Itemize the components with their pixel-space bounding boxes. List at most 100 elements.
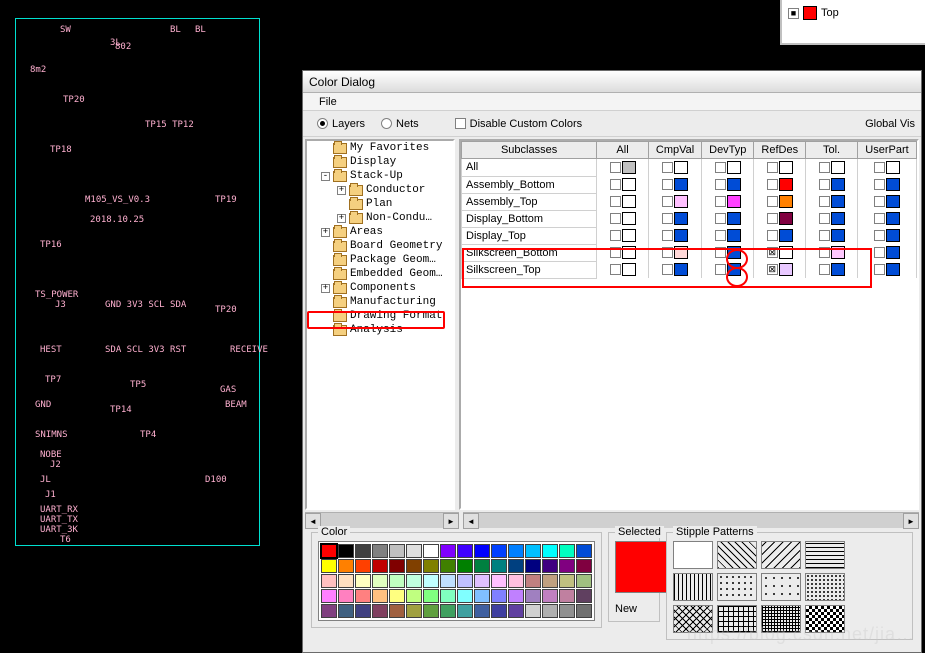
- grid-header[interactable]: Tol.: [806, 142, 858, 159]
- palette-color[interactable]: [372, 544, 388, 558]
- tree-item[interactable]: Board Geometry: [321, 239, 453, 253]
- palette-color[interactable]: [457, 604, 473, 618]
- color-swatch[interactable]: [831, 229, 845, 242]
- visibility-checkbox[interactable]: [819, 213, 830, 224]
- grid-header[interactable]: UserPart: [857, 142, 916, 159]
- palette-color[interactable]: [440, 574, 456, 588]
- palette-color[interactable]: [474, 604, 490, 618]
- palette-color[interactable]: [321, 544, 337, 558]
- expand-icon[interactable]: +: [337, 214, 346, 223]
- visibility-checkbox[interactable]: [874, 179, 885, 190]
- color-swatch[interactable]: [886, 246, 900, 259]
- palette-color[interactable]: [338, 589, 354, 603]
- vis-top-swatch[interactable]: [803, 6, 817, 20]
- subclass-name[interactable]: Assembly_Bottom: [462, 176, 597, 193]
- palette-color[interactable]: [457, 559, 473, 573]
- color-swatch[interactable]: [779, 229, 793, 242]
- palette-color[interactable]: [372, 574, 388, 588]
- color-swatch[interactable]: [727, 229, 741, 242]
- visibility-checkbox[interactable]: [610, 230, 621, 241]
- palette-color[interactable]: [338, 544, 354, 558]
- palette-color[interactable]: [457, 589, 473, 603]
- color-swatch[interactable]: [779, 178, 793, 191]
- palette-color[interactable]: [576, 589, 592, 603]
- color-swatch[interactable]: [674, 178, 688, 191]
- subclass-grid[interactable]: SubclassesAllCmpValDevTypRefDesTol.UserP…: [459, 139, 919, 510]
- palette-color[interactable]: [355, 589, 371, 603]
- visibility-checkbox[interactable]: [662, 230, 673, 241]
- palette-color[interactable]: [372, 589, 388, 603]
- palette-color[interactable]: [474, 589, 490, 603]
- visibility-checkbox[interactable]: [767, 162, 778, 173]
- visibility-checkbox[interactable]: [767, 213, 778, 224]
- tree-item[interactable]: Embedded Geom…: [321, 267, 453, 281]
- palette-color[interactable]: [525, 574, 541, 588]
- collapse-icon[interactable]: -: [321, 172, 330, 181]
- grid-header[interactable]: Subclasses: [462, 142, 597, 159]
- disable-custom-checkbox[interactable]: Disable Custom Colors: [455, 118, 582, 130]
- visibility-checkbox[interactable]: [715, 230, 726, 241]
- color-swatch[interactable]: [674, 161, 688, 174]
- visibility-checkbox[interactable]: [767, 196, 778, 207]
- visibility-checkbox[interactable]: [767, 179, 778, 190]
- palette-color[interactable]: [508, 559, 524, 573]
- palette-color[interactable]: [355, 574, 371, 588]
- color-swatch[interactable]: [886, 229, 900, 242]
- palette-color[interactable]: [542, 574, 558, 588]
- subclass-name[interactable]: Display_Bottom: [462, 210, 597, 227]
- color-swatch[interactable]: [727, 212, 741, 225]
- palette-color[interactable]: [457, 544, 473, 558]
- color-swatch[interactable]: [622, 229, 636, 242]
- palette-color[interactable]: [474, 574, 490, 588]
- grid-header[interactable]: All: [597, 142, 649, 159]
- scroll-left-icon[interactable]: ◄: [463, 513, 479, 529]
- stipple-dots1[interactable]: [717, 573, 757, 601]
- visibility-checkbox[interactable]: [610, 162, 621, 173]
- palette-color[interactable]: [440, 544, 456, 558]
- visibility-checkbox[interactable]: [819, 230, 830, 241]
- color-swatch[interactable]: [622, 212, 636, 225]
- radio-nets[interactable]: Nets: [381, 118, 419, 130]
- palette-color[interactable]: [389, 589, 405, 603]
- palette-color[interactable]: [457, 574, 473, 588]
- palette-color[interactable]: [355, 559, 371, 573]
- visibility-checkbox[interactable]: [662, 179, 673, 190]
- palette-color[interactable]: [321, 589, 337, 603]
- visibility-checkbox[interactable]: [874, 196, 885, 207]
- vis-top-checkbox[interactable]: ■: [788, 8, 799, 19]
- visibility-checkbox[interactable]: [819, 162, 830, 173]
- tree-item[interactable]: Plan: [321, 197, 453, 211]
- palette-color[interactable]: [423, 559, 439, 573]
- palette-color[interactable]: [423, 589, 439, 603]
- palette-color[interactable]: [406, 589, 422, 603]
- stipple-grid[interactable]: [717, 605, 757, 633]
- color-swatch[interactable]: [779, 161, 793, 174]
- palette-color[interactable]: [491, 544, 507, 558]
- color-swatch[interactable]: [727, 178, 741, 191]
- palette-color[interactable]: [559, 544, 575, 558]
- palette-color[interactable]: [525, 544, 541, 558]
- color-swatch[interactable]: [831, 161, 845, 174]
- palette-color[interactable]: [338, 604, 354, 618]
- visibility-checkbox[interactable]: [610, 179, 621, 190]
- tree-item[interactable]: +Components: [321, 281, 453, 295]
- visibility-checkbox[interactable]: [715, 213, 726, 224]
- expand-icon[interactable]: +: [337, 186, 346, 195]
- visibility-checkbox[interactable]: [662, 162, 673, 173]
- palette-color[interactable]: [389, 559, 405, 573]
- visibility-checkbox[interactable]: [874, 213, 885, 224]
- palette-color[interactable]: [576, 544, 592, 558]
- expand-icon[interactable]: +: [321, 228, 330, 237]
- palette-color[interactable]: [508, 544, 524, 558]
- visibility-checkbox[interactable]: [662, 213, 673, 224]
- palette-color[interactable]: [508, 589, 524, 603]
- visibility-checkbox[interactable]: [874, 247, 885, 258]
- palette-color[interactable]: [440, 604, 456, 618]
- palette-color[interactable]: [559, 559, 575, 573]
- menu-file[interactable]: File: [313, 96, 343, 108]
- color-swatch[interactable]: [674, 195, 688, 208]
- visibility-checkbox[interactable]: [767, 230, 778, 241]
- palette-color[interactable]: [355, 604, 371, 618]
- palette-color[interactable]: [508, 574, 524, 588]
- palette-color[interactable]: [542, 604, 558, 618]
